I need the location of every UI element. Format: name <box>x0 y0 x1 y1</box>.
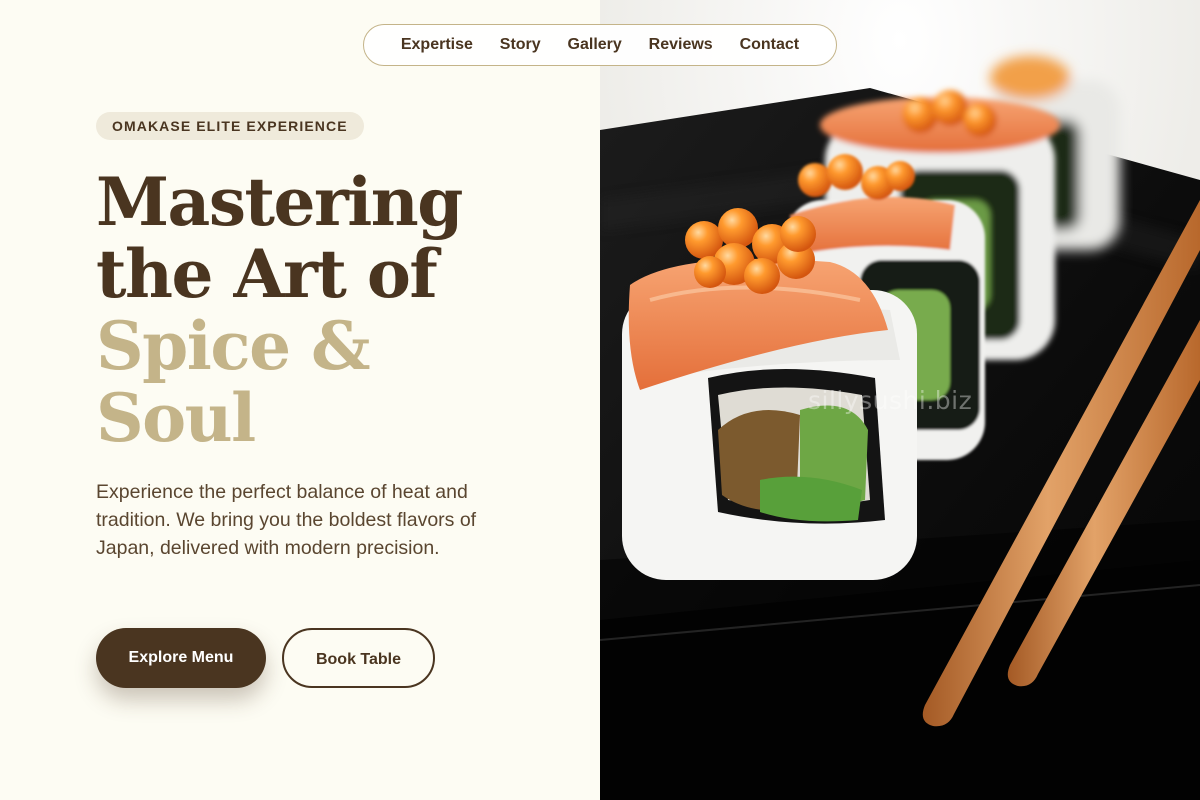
nav-item-contact[interactable]: Contact <box>740 36 800 54</box>
nav-item-gallery[interactable]: Gallery <box>568 36 622 54</box>
headline-line-1: Mastering <box>96 163 463 241</box>
eyebrow-badge: OMAKASE ELITE EXPERIENCE <box>96 112 364 140</box>
book-table-button[interactable]: Book Table <box>282 628 435 688</box>
headline-line-4: Soul <box>96 379 256 457</box>
watermark-text: sillysushi.biz <box>808 386 973 415</box>
nav-item-reviews[interactable]: Reviews <box>649 36 713 54</box>
explore-menu-button[interactable]: Explore Menu <box>96 628 266 688</box>
main-nav: Expertise Story Gallery Reviews Contact <box>363 24 837 66</box>
hero-image: sillysushi.biz <box>600 0 1200 800</box>
nav-item-expertise[interactable]: Expertise <box>401 36 473 54</box>
hero-description: Experience the perfect balance of heat a… <box>96 481 477 559</box>
headline-line-3: Spice & <box>96 307 371 385</box>
headline-line-2: the Art of <box>96 235 438 313</box>
nav-item-story[interactable]: Story <box>500 36 541 54</box>
hero-headline: Mastering the Art of Spice & Soul <box>96 166 556 454</box>
